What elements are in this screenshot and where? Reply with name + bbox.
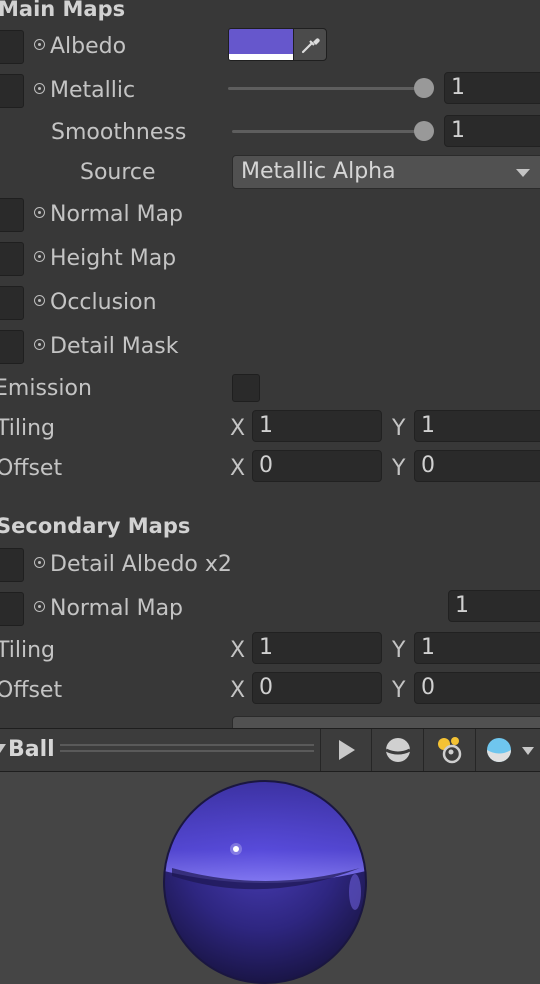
- detail-mask-texture-slot[interactable]: [0, 330, 24, 364]
- tiling-x-field[interactable]: 1: [252, 410, 382, 442]
- metallic-slider-track[interactable]: [228, 87, 424, 90]
- secondary-tiling-label: Tiling: [0, 638, 56, 663]
- secondary-normal-map-object-picker-icon[interactable]: [34, 601, 45, 612]
- play-icon: [339, 740, 355, 760]
- tiling-y-field[interactable]: 1: [414, 410, 540, 442]
- offset-label: Offset: [0, 456, 63, 481]
- source-label: Source: [80, 160, 156, 185]
- foldout-arrow-icon[interactable]: [0, 744, 6, 753]
- main-maps-header: Main Maps: [0, 0, 126, 21]
- albedo-object-picker-icon[interactable]: [34, 39, 45, 50]
- normal-map-texture-slot[interactable]: [0, 198, 24, 232]
- metallic-value-field[interactable]: 1: [444, 72, 540, 104]
- smoothness-label: Smoothness: [51, 120, 187, 145]
- secondary-offset-y-field[interactable]: 0: [414, 672, 540, 704]
- preview-mesh-button[interactable]: [371, 729, 423, 771]
- uv-set-dropdown-clipped[interactable]: [232, 716, 540, 728]
- offset-x-field[interactable]: 0: [252, 450, 382, 482]
- emission-label: Emission: [0, 376, 92, 401]
- offset-y-label: Y: [392, 456, 406, 481]
- secondary-offset-label: Offset: [0, 678, 63, 703]
- detail-albedo-label: Detail Albedo x2: [50, 552, 232, 577]
- tiling-x-label: X: [230, 416, 246, 441]
- albedo-color-swatch[interactable]: [228, 28, 294, 61]
- height-map-label: Height Map: [50, 246, 177, 271]
- normal-map-label: Normal Map: [50, 202, 184, 227]
- skybox-sphere-icon: [487, 738, 511, 762]
- secondary-normal-map-texture-slot[interactable]: [0, 592, 24, 626]
- preview-title: Ball: [8, 737, 55, 762]
- source-dropdown[interactable]: Metallic Alpha: [232, 155, 540, 189]
- height-map-texture-slot[interactable]: [0, 242, 24, 276]
- albedo-texture-slot[interactable]: [0, 30, 24, 64]
- smoothness-slider-knob[interactable]: [414, 121, 434, 141]
- secondary-offset-y-label: Y: [392, 678, 406, 703]
- secondary-offset-x-label: X: [230, 678, 246, 703]
- secondary-maps-header: Secondary Maps: [0, 514, 191, 538]
- metallic-object-picker-icon[interactable]: [34, 83, 45, 94]
- smoothness-value-field[interactable]: 1: [444, 115, 540, 147]
- occlusion-object-picker-icon[interactable]: [34, 295, 45, 306]
- preview-lights-button[interactable]: [423, 729, 475, 771]
- lights-icon: [438, 737, 462, 764]
- offset-y-field[interactable]: 0: [414, 450, 540, 482]
- metallic-slider-knob[interactable]: [414, 78, 434, 98]
- eyedropper-icon: [301, 38, 320, 54]
- secondary-tiling-y-field[interactable]: 1: [414, 632, 540, 664]
- chevron-down-icon: [522, 747, 534, 755]
- offset-x-label: X: [230, 456, 246, 481]
- tiling-y-label: Y: [392, 416, 406, 441]
- secondary-tiling-y-label: Y: [392, 638, 406, 663]
- secondary-tiling-x-label: X: [230, 638, 246, 663]
- preview-drag-bar[interactable]: [60, 744, 314, 752]
- height-map-object-picker-icon[interactable]: [34, 251, 45, 262]
- albedo-label: Albedo: [50, 34, 127, 59]
- preview-skybox-button[interactable]: [475, 729, 540, 771]
- smoothness-slider-track[interactable]: [232, 130, 424, 133]
- source-dropdown-value: Metallic Alpha: [241, 159, 396, 184]
- secondary-normal-map-label: Normal Map: [50, 596, 184, 621]
- detail-albedo-texture-slot[interactable]: [0, 548, 24, 582]
- metallic-label: Metallic: [50, 78, 136, 103]
- normal-map-object-picker-icon[interactable]: [34, 207, 45, 218]
- detail-mask-label: Detail Mask: [50, 334, 179, 359]
- secondary-normal-scale-field[interactable]: 1: [448, 590, 540, 622]
- detail-mask-object-picker-icon[interactable]: [34, 339, 45, 350]
- play-button[interactable]: [320, 729, 371, 771]
- eyedropper-button[interactable]: [293, 28, 327, 61]
- metallic-texture-slot[interactable]: [0, 74, 24, 108]
- material-preview-area[interactable]: [0, 772, 540, 984]
- sphere-mesh-icon: [385, 738, 411, 762]
- preview-toolbar: Ball: [0, 728, 540, 772]
- occlusion-texture-slot[interactable]: [0, 286, 24, 320]
- secondary-offset-x-field[interactable]: 0: [252, 672, 382, 704]
- occlusion-label: Occlusion: [50, 290, 157, 315]
- secondary-tiling-x-field[interactable]: 1: [252, 632, 382, 664]
- chevron-down-icon: [516, 169, 530, 177]
- emission-checkbox[interactable]: [232, 374, 260, 402]
- material-preview-sphere: [163, 780, 367, 984]
- tiling-label: Tiling: [0, 416, 56, 441]
- detail-albedo-object-picker-icon[interactable]: [34, 557, 45, 568]
